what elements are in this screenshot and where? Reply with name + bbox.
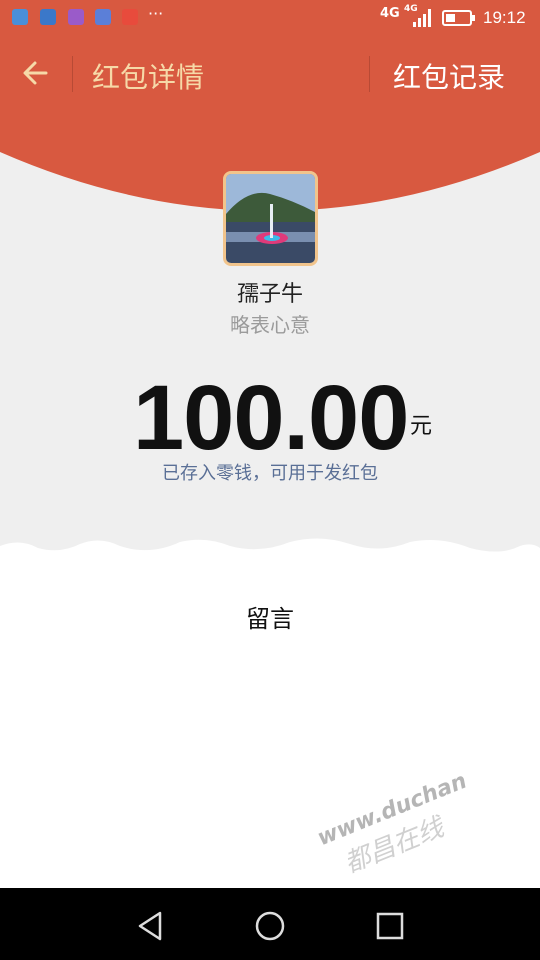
amount-value: 100.00 bbox=[133, 367, 409, 469]
greeting-text: 略表心意 bbox=[230, 313, 310, 337]
nav-recent-icon[interactable] bbox=[370, 906, 410, 946]
avatar bbox=[223, 171, 318, 266]
header-divider-right bbox=[369, 56, 370, 92]
signal-icon bbox=[413, 9, 431, 27]
nav-home-icon[interactable] bbox=[250, 906, 290, 946]
header: 红包详情 红包记录 bbox=[0, 36, 540, 112]
sender-name: 孺子牛 bbox=[236, 282, 303, 307]
torn-edge bbox=[0, 538, 540, 588]
red-packet-record-link[interactable]: 红包记录 bbox=[393, 56, 505, 96]
clock: 19:12 bbox=[483, 8, 526, 27]
gallery-icon bbox=[68, 9, 84, 25]
message-label: 留言 bbox=[246, 605, 294, 633]
header-divider-left bbox=[72, 56, 73, 92]
balance-notice-link[interactable]: 已存入零钱，可用于发红包 bbox=[0, 459, 540, 485]
currency-label: 元 bbox=[410, 414, 433, 439]
chat-icon bbox=[40, 9, 56, 25]
page-title: 红包详情 bbox=[92, 61, 205, 94]
wifi-hotspot-icon bbox=[12, 9, 28, 25]
more-notifications: ··· bbox=[148, 4, 164, 23]
paw-icon bbox=[95, 9, 111, 25]
network-label: 4G bbox=[380, 6, 400, 21]
video-icon bbox=[122, 9, 138, 25]
navigation-bar bbox=[0, 888, 540, 960]
back-arrow-icon[interactable] bbox=[14, 50, 60, 96]
battery-icon bbox=[442, 10, 475, 26]
status-bar: ··· 4G 4G 19:12 bbox=[0, 0, 540, 36]
nav-back-icon[interactable] bbox=[130, 906, 170, 946]
